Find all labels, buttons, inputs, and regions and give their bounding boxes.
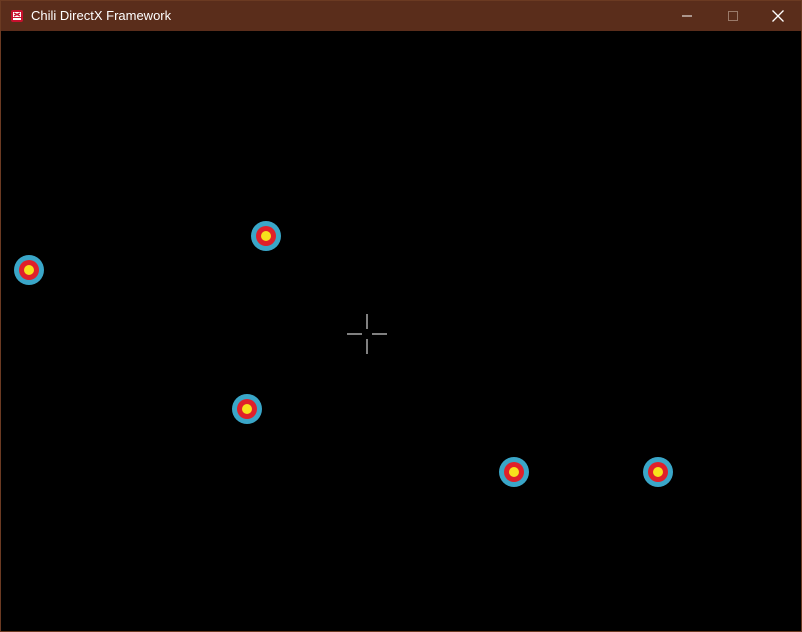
- chili-app-icon: [11, 10, 23, 22]
- window-title: Chili DirectX Framework: [31, 8, 172, 23]
- crosshair-icon: [347, 314, 387, 354]
- target-icon[interactable]: [499, 457, 529, 487]
- target-icon[interactable]: [232, 394, 262, 424]
- close-button[interactable]: [755, 1, 801, 31]
- title-bar[interactable]: Chili DirectX Framework: [1, 1, 801, 31]
- game-canvas[interactable]: [1, 31, 801, 631]
- close-icon: [772, 10, 784, 22]
- target-icon[interactable]: [251, 221, 281, 251]
- maximize-button[interactable]: [710, 1, 756, 31]
- target-icon[interactable]: [14, 255, 44, 285]
- minimize-icon: [682, 15, 692, 17]
- target-icon[interactable]: [643, 457, 673, 487]
- minimize-button[interactable]: [664, 1, 710, 31]
- game-scene: [14, 221, 673, 487]
- maximize-icon: [728, 11, 738, 21]
- game-window: Chili DirectX Framework: [0, 0, 802, 632]
